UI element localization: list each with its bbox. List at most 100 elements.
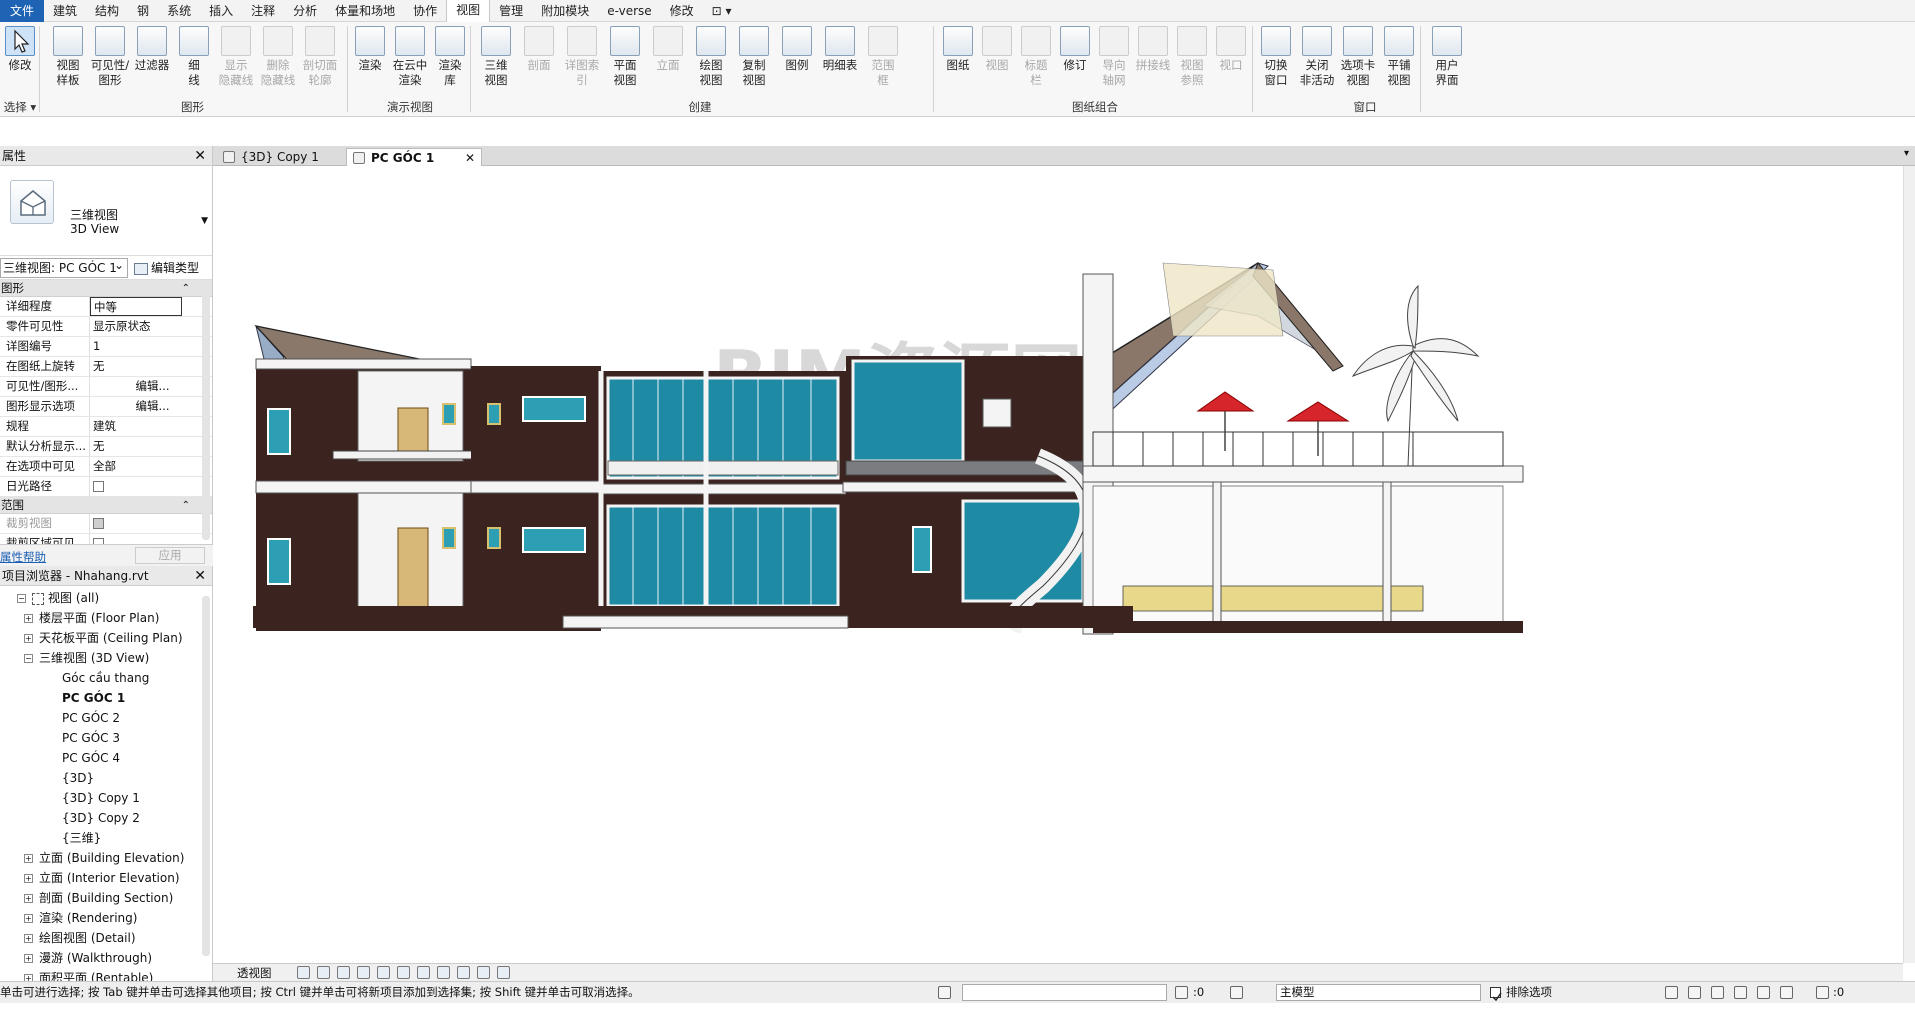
menu-tab[interactable]: 钢 [128,0,158,22]
collapse-icon[interactable]: − [17,594,26,603]
expand-icon[interactable]: + [24,854,33,863]
select-links-icon[interactable] [1688,986,1701,999]
ribbon-button-sheet-5[interactable]: 拼接线 [1133,26,1173,73]
crop-view-icon[interactable] [397,966,410,979]
drawing-canvas[interactable]: BIM资源网 www.bimzy.com [213,166,1903,963]
detail-level-icon[interactable] [297,966,310,979]
tab-menu-icon[interactable]: ▾ [1904,148,1909,159]
menu-tab[interactable]: 建筑 [44,0,86,22]
browser-tree-item[interactable]: + 渲染 (Rendering) [0,908,212,928]
ribbon-button-graphics-3[interactable]: 细 线 [174,26,214,88]
property-value[interactable] [90,477,212,496]
menu-tab[interactable]: 分析 [284,0,326,22]
collapse-icon[interactable]: ⌃ [182,280,190,297]
design-options-icon[interactable] [1230,986,1243,999]
ribbon-button-create-3[interactable]: 平面 视图 [605,26,645,88]
filter-icon[interactable] [1175,986,1188,999]
visual-style-icon[interactable] [317,966,330,979]
ribbon-button-graphics-0[interactable]: 视图 样板 [48,26,88,88]
property-group-header[interactable]: 图形 ⌃ [0,280,212,297]
browser-tree-item[interactable]: PC GÓC 2 [0,708,212,728]
expand-icon[interactable]: + [24,614,33,623]
ribbon-button-create-4[interactable]: 立面 [648,26,688,73]
property-value[interactable]: 1 [90,337,212,356]
browser-tree-item[interactable]: PC GÓC 1 [0,688,212,708]
sun-path-icon[interactable] [337,966,350,979]
ribbon-button-sheet-4[interactable]: 导向 轴网 [1094,26,1134,88]
browser-tree-item[interactable]: + 漫游 (Walkthrough) [0,948,212,968]
drag-elements-icon[interactable] [1780,986,1793,999]
menu-tab[interactable]: 插入 [200,0,242,22]
browser-tree-item[interactable]: {3D} Copy 2 [0,808,212,828]
menu-tab[interactable]: 注释 [242,0,284,22]
exclude-options-checkbox[interactable] [1490,987,1502,1002]
ribbon-button-sheet-6[interactable]: 视图 参照 [1172,26,1212,88]
ribbon-button-create-1[interactable]: 剖面 [519,26,559,73]
menu-tab[interactable]: 附加模块 [532,0,598,22]
properties-help-link[interactable]: 属性帮助 [0,549,46,565]
property-checkbox[interactable] [93,518,104,529]
edit-type-button[interactable]: 编辑类型 [134,259,199,276]
ribbon-button-presentation-1[interactable]: 在云中 渲染 [390,26,430,88]
property-value[interactable]: 建筑 [90,417,212,436]
ribbon-button-create-7[interactable]: 图例 [777,26,817,73]
tab-pc-goc-1[interactable]: PC GÓC 1 ✕ [346,148,482,166]
collapse-icon[interactable]: ⌃ [182,497,190,514]
menu-tab[interactable]: 体量和场地 [326,0,404,22]
lock-view-icon[interactable] [437,966,450,979]
browser-tree-item[interactable]: + 绘图视图 (Detail) [0,928,212,948]
browser-tree-item[interactable]: + 立面 (Building Elevation) [0,848,212,868]
ribbon-button-window-2[interactable]: 选项卡 视图 [1338,26,1378,88]
reveal-hidden-icon[interactable] [477,966,490,979]
menu-tab[interactable]: 结构 [86,0,128,22]
type-selector[interactable]: 三维视图 3D View ▼ [0,166,212,256]
hide-isolate-icon[interactable] [457,966,470,979]
shadows-icon[interactable] [357,966,370,979]
property-value[interactable]: 无 [90,437,212,456]
browser-tree-item[interactable]: + 楼层平面 (Floor Plan) [0,608,212,628]
ribbon-button-sheet-7[interactable]: 视口 [1211,26,1251,73]
properties-scrollbar[interactable] [202,280,210,540]
property-value[interactable]: 全部 [90,457,212,476]
property-value[interactable] [90,514,212,533]
ribbon-button-create-0[interactable]: 三维 视图 [476,26,516,88]
filter-icon[interactable] [1816,986,1829,999]
browser-tree-item[interactable]: − 三维视图 (3D View) [0,648,212,668]
worksharing-icon[interactable] [938,986,951,999]
ribbon-button-sheet-3[interactable]: 修订 [1055,26,1095,73]
design-option-dropdown[interactable]: 主模型 [1276,984,1481,1001]
ribbon-button-window-3[interactable]: 平铺 视图 [1379,26,1419,88]
ribbon-button-graphics-4[interactable]: 显示 隐藏线 [216,26,256,88]
browser-tree-item[interactable]: + 天花板平面 (Ceiling Plan) [0,628,212,648]
browser-tree-item[interactable]: {3D} [0,768,212,788]
browser-tree-item[interactable]: + 剖面 (Building Section) [0,888,212,908]
property-checkbox[interactable] [93,481,104,492]
browser-tree-item[interactable]: + 立面 (Interior Elevation) [0,868,212,888]
instance-filter-dropdown[interactable]: 三维视图: PC GÓC 1 [0,256,128,278]
browser-tree-item[interactable]: + 面积平面 (Rentable) [0,968,212,981]
quick-access-dropdown[interactable]: ⊡ ▾ [703,0,741,22]
expand-icon[interactable]: + [24,914,33,923]
select-pinned-icon[interactable] [1734,986,1747,999]
menu-tab[interactable]: 视图 [446,0,491,22]
menu-tab[interactable]: 系统 [158,0,200,22]
ribbon-button-graphics-6[interactable]: 剖切面 轮廓 [300,26,340,88]
menu-tab[interactable]: 修改 [661,0,703,22]
workset-dropdown[interactable] [962,984,1167,1001]
expand-icon[interactable]: + [24,874,33,883]
browser-tree-item[interactable]: Góc cầu thang [0,668,212,688]
property-value[interactable]: 编辑... [90,397,212,416]
ribbon-button-create-5[interactable]: 绘图 视图 [691,26,731,88]
browser-tree-item[interactable]: PC GÓC 3 [0,728,212,748]
select-underlay-icon[interactable] [1711,986,1724,999]
ribbon-button-presentation-2[interactable]: 渲染 库 [430,26,470,88]
expand-icon[interactable]: + [24,634,33,643]
show-crop-icon[interactable] [417,966,430,979]
ribbon-button-create-9[interactable]: 范围 框 [863,26,903,88]
ribbon-button-create-8[interactable]: 明细表 [820,26,860,73]
ribbon-button-create-2[interactable]: 详图索引 [562,26,602,88]
expand-icon[interactable]: + [24,974,33,981]
property-value[interactable]: 显示原状态 [90,317,212,336]
apply-button[interactable]: 应用 [135,547,205,564]
property-value[interactable]: 中等 [90,297,182,316]
